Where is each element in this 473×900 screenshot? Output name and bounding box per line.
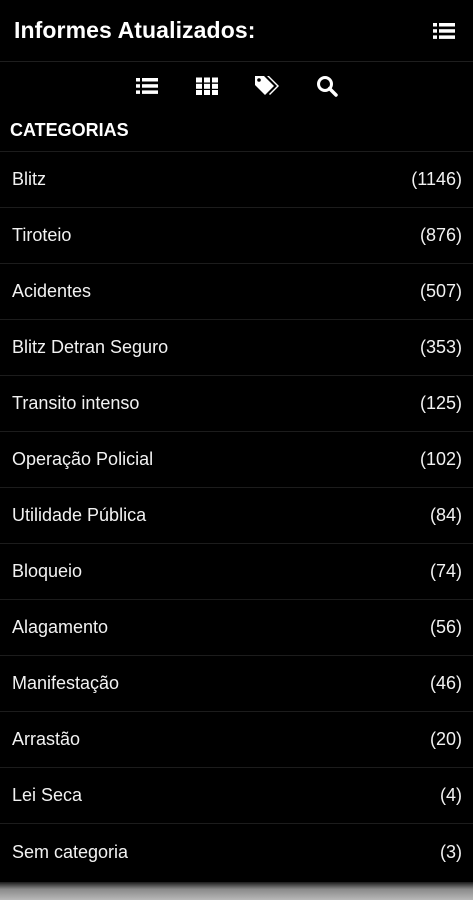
category-count: (84) <box>429 505 462 525</box>
category-item[interactable]: Arrastão (20) <box>0 712 473 768</box>
category-label: Tiroteio <box>12 225 72 245</box>
category-item[interactable]: Bloqueio (74) <box>0 544 473 600</box>
categories-heading: CATEGORIAS <box>0 108 473 152</box>
category-item[interactable]: Lei Seca (4) <box>0 768 473 824</box>
tags-button[interactable] <box>254 73 280 99</box>
tags-icon <box>254 76 279 95</box>
page-title: Informes Atualizados: <box>14 17 256 43</box>
category-count: (507) <box>419 281 462 301</box>
category-item[interactable]: Sem categoria (3) <box>0 824 473 880</box>
category-label: Alagamento <box>12 617 109 637</box>
grid-view-button[interactable] <box>194 73 220 99</box>
list-icon <box>135 78 158 94</box>
category-label: Bloqueio <box>12 561 83 581</box>
category-label: Utilidade Pública <box>12 505 147 525</box>
category-label: Operação Policial <box>12 449 154 469</box>
category-label: Acidentes <box>12 281 92 301</box>
category-label: Lei Seca <box>12 785 83 805</box>
category-label: Sem categoria <box>12 841 129 862</box>
grid-icon <box>195 77 218 95</box>
category-item[interactable]: Operação Policial (102) <box>0 432 473 488</box>
category-item[interactable]: Alagamento (56) <box>0 600 473 656</box>
category-label: Blitz Detran Seguro <box>12 337 169 357</box>
category-item[interactable]: Transito intenso (125) <box>0 376 473 432</box>
category-count: (876) <box>419 225 462 245</box>
category-count: (102) <box>419 449 462 469</box>
category-count: (1146) <box>411 169 462 189</box>
category-count: (46) <box>429 673 462 693</box>
category-label: Manifestação <box>12 673 120 693</box>
category-count: (74) <box>429 561 462 581</box>
list-menu-button[interactable] <box>431 20 457 42</box>
category-count: (20) <box>429 729 462 749</box>
app-header: Informes Atualizados: <box>0 0 473 62</box>
bottom-edge <box>0 882 473 900</box>
view-toolbar <box>0 62 473 108</box>
category-item[interactable]: Utilidade Pública (84) <box>0 488 473 544</box>
category-count: (125) <box>419 393 462 413</box>
category-item[interactable]: Blitz (1146) <box>0 152 473 208</box>
category-count: (353) <box>419 337 462 357</box>
category-item[interactable]: Tiroteio (876) <box>0 208 473 264</box>
category-item[interactable]: Blitz Detran Seguro (353) <box>0 320 473 376</box>
category-list: Blitz (1146) Tiroteio (876) Acidentes (507) Bl… <box>0 152 473 880</box>
category-label: Arrastão <box>12 729 81 749</box>
search-button[interactable] <box>314 73 340 99</box>
list-view-button[interactable] <box>134 73 160 99</box>
search-icon <box>316 76 338 97</box>
category-item[interactable]: Manifestação (46) <box>0 656 473 712</box>
category-label: Transito intenso <box>12 393 140 413</box>
category-count: (4) <box>440 785 462 805</box>
list-menu-icon <box>433 22 455 39</box>
category-count: (56) <box>429 617 462 637</box>
category-count: (3) <box>440 841 462 862</box>
category-label: Blitz <box>12 169 47 189</box>
category-item[interactable]: Acidentes (507) <box>0 264 473 320</box>
